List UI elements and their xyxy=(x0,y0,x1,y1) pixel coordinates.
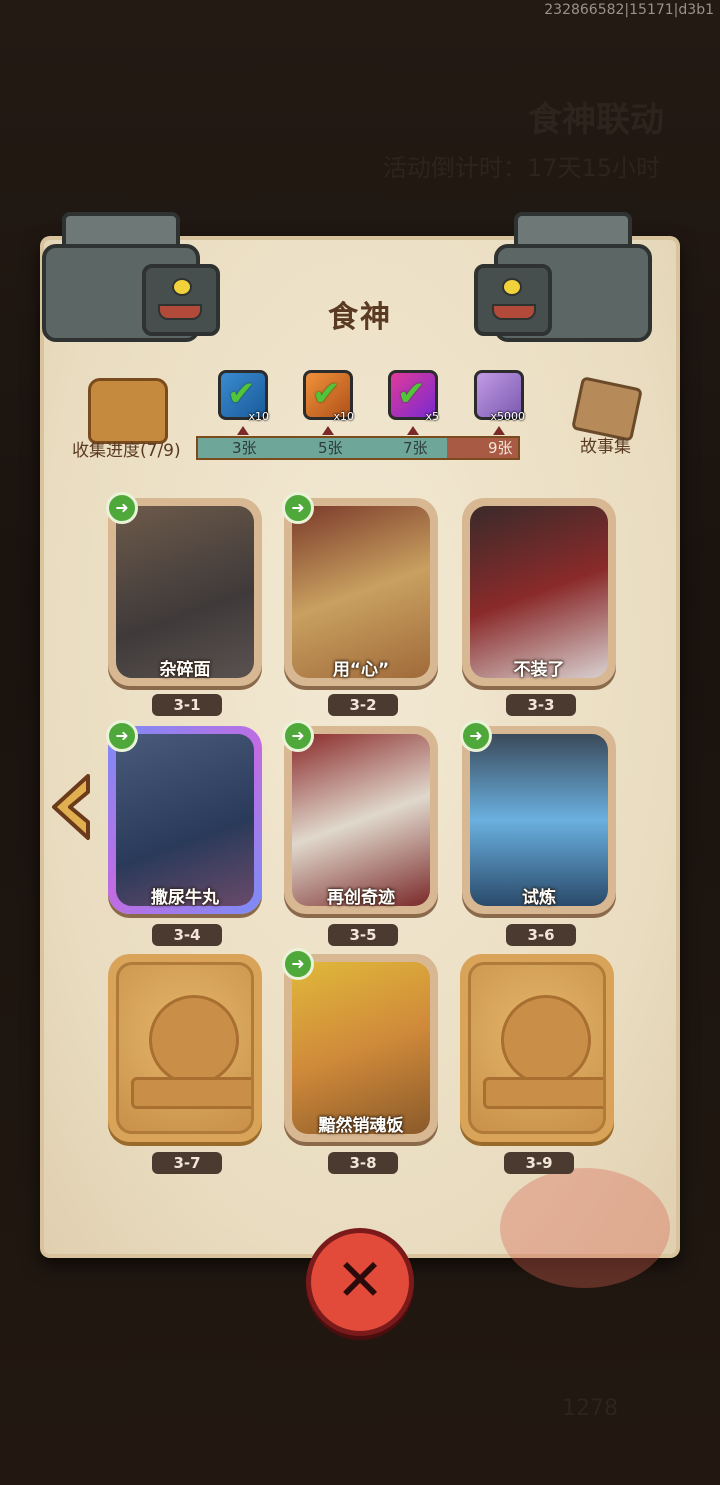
close-button[interactable]: ✕ xyxy=(306,1228,414,1336)
checkmark-icon: ✔ xyxy=(397,374,426,414)
milestone-marker xyxy=(493,426,505,435)
collection-bag-icon[interactable] xyxy=(88,378,168,444)
share-icon[interactable]: ➜ xyxy=(282,948,314,980)
card-id-3-3: 3-3 xyxy=(506,694,576,716)
event-timer: 活动倒计时：17天15小时 xyxy=(382,154,660,182)
milestone-label-3: 7张 xyxy=(403,439,428,457)
card-id-3-7: 3-7 xyxy=(152,1152,222,1174)
milestone-marker xyxy=(407,426,419,435)
card-id-3-2: 3-2 xyxy=(328,694,398,716)
card-3-1[interactable]: 杂碎面 ➜ xyxy=(106,492,262,686)
close-icon: ✕ xyxy=(335,1246,385,1314)
event-title: 食神联动 xyxy=(528,100,664,140)
card-id-3-6: 3-6 xyxy=(506,924,576,946)
milestone-reward-4[interactable]: x5000 xyxy=(474,370,525,423)
card-3-9-locked[interactable] xyxy=(460,954,614,1142)
story-collection-button[interactable]: 故事集 xyxy=(580,432,631,457)
milestone-marker xyxy=(322,426,334,435)
checkmark-icon: ✔ xyxy=(227,374,256,414)
share-icon[interactable]: ➜ xyxy=(282,492,314,524)
milestone-reward-1[interactable]: ✔ x10 xyxy=(218,370,269,423)
stamp-seal xyxy=(500,1168,670,1288)
share-icon[interactable]: ➜ xyxy=(106,720,138,752)
card-id-3-8: 3-8 xyxy=(328,1152,398,1174)
card-3-5[interactable]: 再创奇迹 ➜ xyxy=(282,720,438,914)
checkmark-icon: ✔ xyxy=(312,374,341,414)
prev-page-arrow-icon[interactable] xyxy=(48,772,94,842)
card-3-4[interactable]: 撒尿牛丸 ➜ xyxy=(106,720,262,914)
card-id-3-1: 3-1 xyxy=(152,694,222,716)
collection-progress-label: 收集进度(7/9) xyxy=(72,441,181,461)
currency-count: 1278 xyxy=(562,1396,618,1421)
milestone-label-1: 3张 xyxy=(232,439,257,457)
milestone-reward-3[interactable]: ✔ x5 xyxy=(388,370,439,423)
card-3-2[interactable]: 用“心” ➜ xyxy=(282,492,438,686)
panel-title: 食神 xyxy=(328,300,392,335)
build-id: 232866582|15171|d3b1 xyxy=(544,2,714,18)
card-3-7-locked[interactable] xyxy=(108,954,262,1142)
card-id-3-4: 3-4 xyxy=(152,924,222,946)
locked-portrait-icon xyxy=(149,995,239,1085)
share-icon[interactable]: ➜ xyxy=(460,720,492,752)
locked-portrait-icon xyxy=(501,995,591,1085)
card-3-3[interactable]: 不装了 xyxy=(462,498,616,686)
share-icon[interactable]: ➜ xyxy=(282,720,314,752)
milestone-marker xyxy=(237,426,249,435)
milestone-label-2: 5张 xyxy=(318,439,343,457)
milestone-reward-2[interactable]: ✔ x10 xyxy=(303,370,354,423)
milestone-label-4: 9张 xyxy=(488,439,513,457)
card-3-8[interactable]: 黯然销魂饭 ➜ xyxy=(282,948,438,1142)
card-id-3-5: 3-5 xyxy=(328,924,398,946)
card-id-3-9: 3-9 xyxy=(504,1152,574,1174)
share-icon[interactable]: ➜ xyxy=(106,492,138,524)
card-3-6[interactable]: 试炼 ➜ xyxy=(460,720,616,914)
